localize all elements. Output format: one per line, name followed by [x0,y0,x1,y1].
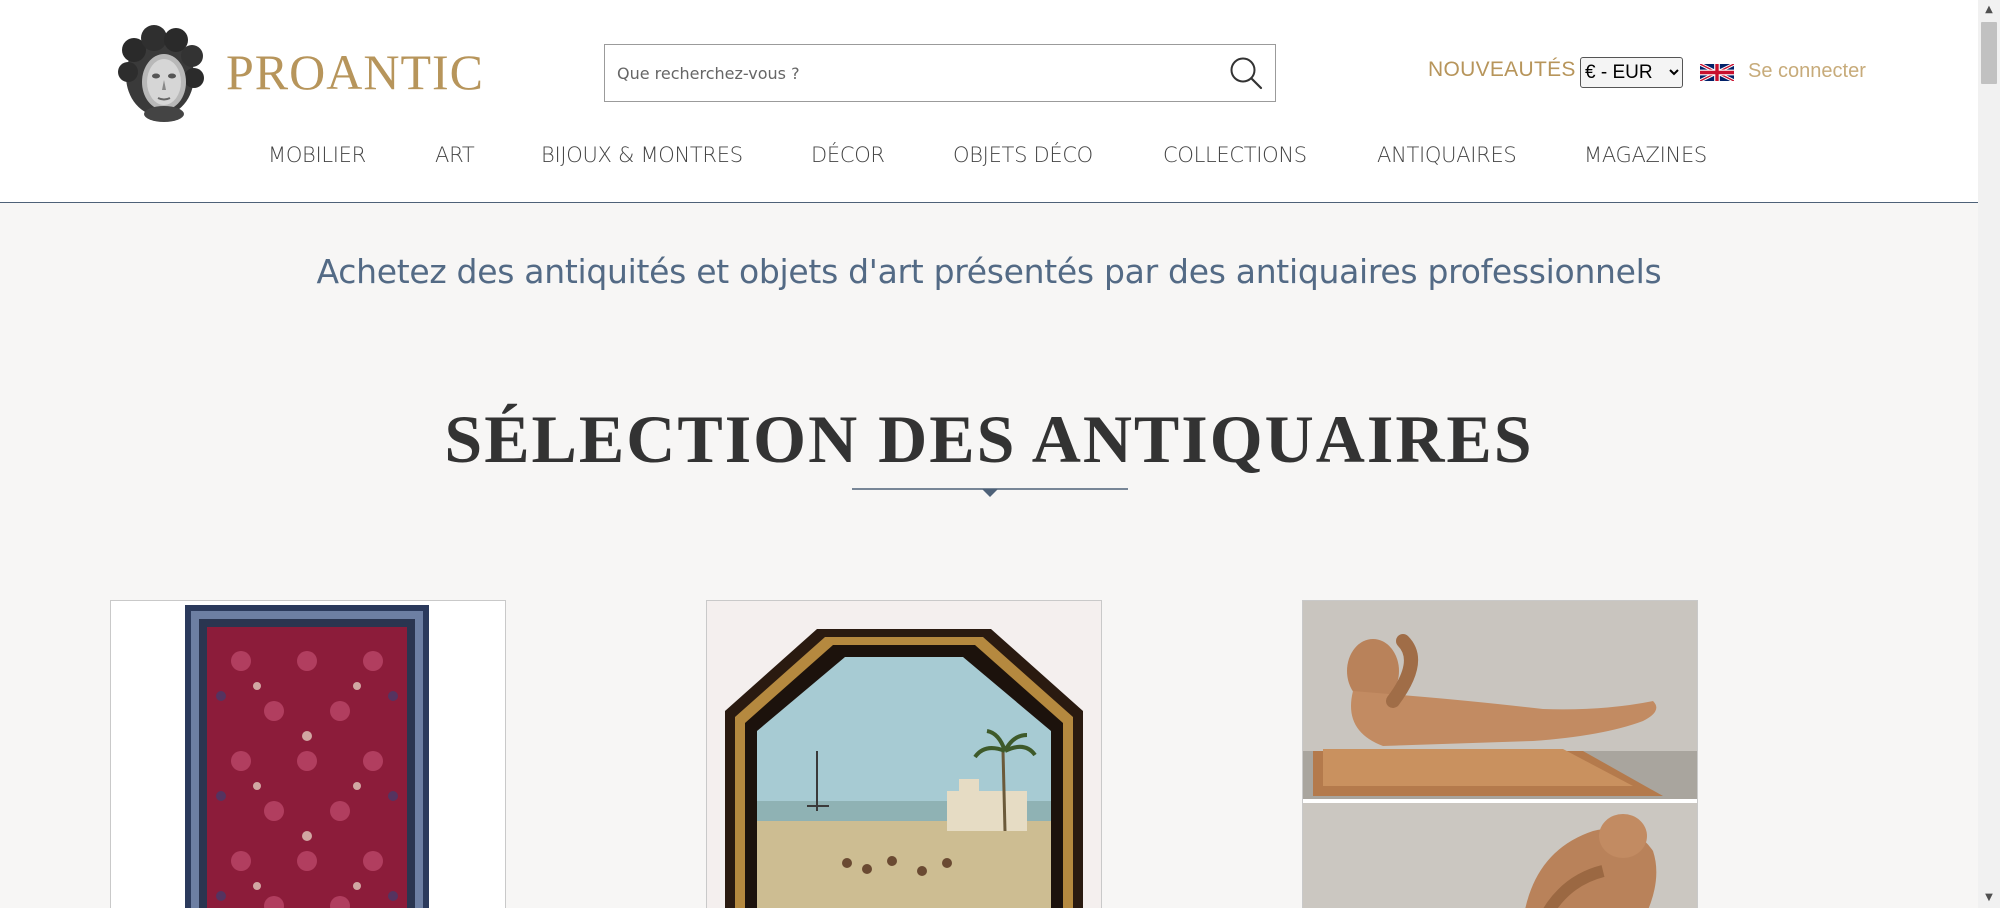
terracotta-reclining-figure-image [1303,601,1697,908]
nav-item-objets-deco[interactable]: OBJETS DÉCO [953,143,1093,167]
product-card[interactable] [110,600,506,908]
logo-link[interactable]: PROANTIC [110,20,484,124]
logo-text: PROANTIC [226,44,485,100]
search-icon[interactable] [1227,54,1265,92]
search-input[interactable] [605,45,1205,101]
login-link[interactable]: Se connecter [1748,60,1866,83]
nav-item-bijoux-montres[interactable]: BIJOUX & MONTRES [541,143,743,167]
uk-flag-icon[interactable] [1700,60,1734,85]
section-title: SÉLECTION DES ANTIQUAIRES [444,401,1534,477]
nav-item-mobilier[interactable]: MOBILIER [268,143,366,167]
scroll-down-arrow-icon[interactable]: ▼ [1978,888,2000,908]
search-box [604,44,1276,102]
scroll-thumb[interactable] [1981,22,1997,84]
nav-item-collections[interactable]: COLLECTIONS [1163,143,1307,167]
title-divider [852,488,1128,497]
nav-item-magazines[interactable]: MAGAZINES [1584,143,1707,167]
nav-item-art[interactable]: ART [435,143,475,167]
nav-item-decor[interactable]: DÉCOR [811,143,885,167]
new-arrivals-link[interactable]: NOUVEAUTÉS [1428,58,1576,82]
main-nav: MOBILIER ART BIJOUX & MONTRES DÉCOR OBJE… [0,143,1978,183]
site-header: PROANTIC NOUVEAUTÉS € - EUR Se connecter [0,0,1978,203]
scrollbar[interactable]: ▲ ▼ [1978,0,2000,908]
octagonal-framed-painting-image [707,601,1101,908]
scroll-up-arrow-icon[interactable]: ▲ [1978,0,2000,20]
product-card[interactable] [706,600,1102,908]
persian-rug-image [111,601,505,908]
logo-head-icon [118,25,204,122]
nav-item-antiquaires[interactable]: ANTIQUAIRES [1377,143,1517,167]
tagline: Achetez des antiquités et objets d'art p… [316,252,1662,291]
product-card[interactable] [1302,600,1698,908]
currency-select[interactable]: € - EUR [1580,57,1683,88]
page: PROANTIC NOUVEAUTÉS € - EUR Se connecter [0,0,2000,908]
